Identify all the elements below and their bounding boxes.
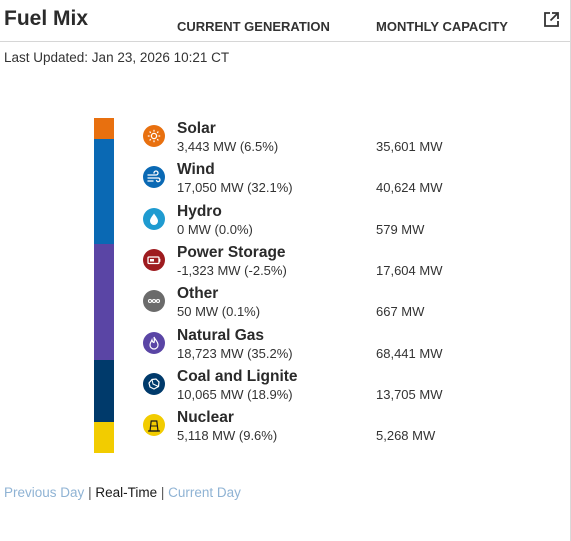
dots-icon — [143, 290, 165, 313]
fuel-name: Nuclear — [177, 409, 234, 427]
fuel-name: Wind — [177, 161, 215, 179]
nuclear-plant-icon — [143, 414, 165, 437]
mix-bar-segment-coal-and-lignite — [94, 359, 114, 422]
time-range-selector: Previous Day | Real-Time | Current Day — [4, 485, 241, 500]
current-generation-value: 0 MW (0.0%) — [177, 221, 253, 237]
mix-bar-segment-nuclear — [94, 421, 114, 453]
widget-title: Fuel Mix — [4, 7, 89, 30]
current-generation-value: 50 MW (0.1%) — [177, 304, 261, 320]
fuel-row-hydro: Hydro 0 MW (0.0%) 579 MW — [140, 203, 460, 241]
fuel-mix-widget: Fuel Mix Last Updated: Jan 23, 2026 10:2… — [0, 0, 571, 541]
fuel-mix-stacked-bar — [94, 118, 114, 453]
current-generation-value: 18,723 MW (35.2%) — [177, 345, 293, 361]
fuel-name: Hydro — [177, 202, 222, 220]
monthly-capacity-value: 68,441 MW — [376, 345, 443, 361]
last-updated-text: Last Updated: Jan 23, 2026 10:21 CT — [4, 50, 230, 65]
current-generation-value: 17,050 MW (32.1%) — [177, 180, 293, 196]
current-generation-value: 3,443 MW (6.5%) — [177, 139, 279, 154]
coal-icon — [143, 372, 165, 395]
monthly-capacity-value: 5,268 MW — [376, 428, 436, 444]
monthly-capacity-value: 17,604 MW — [376, 262, 443, 278]
current-generation-header: CURRENT GENERATION — [177, 19, 330, 34]
fuel-name: Coal and Lignite — [177, 367, 298, 385]
fuel-row-coal-and-lignite: Coal and Lignite 10,065 MW (18.9%) 13,705 … — [140, 368, 460, 406]
monthly-capacity-value: 35,601 MW — [376, 139, 443, 154]
fuel-name: Solar — [177, 120, 216, 137]
monthly-capacity-value: 40,624 MW — [376, 180, 443, 196]
current-day-link[interactable]: Current Day — [168, 485, 241, 500]
fuel-row-other: Other 50 MW (0.1%) 667 MW — [140, 285, 460, 323]
monthly-capacity-value: 579 MW — [376, 221, 425, 237]
fuel-row-natural-gas: Natural Gas 18,723 MW (35.2%) 68,441 MW — [140, 327, 460, 365]
previous-day-link[interactable]: Previous Day — [4, 485, 84, 500]
flame-icon — [143, 331, 165, 354]
fuel-name: Other — [177, 285, 219, 303]
external-link-icon[interactable] — [543, 11, 560, 28]
monthly-capacity-value: 13,705 MW — [376, 386, 443, 402]
fuel-row-power-storage: Power Storage -1,323 MW (-2.5%) 17,604 MW — [140, 244, 460, 282]
current-generation-value: 10,065 MW (18.9%) — [177, 386, 293, 402]
current-generation-header-label: CURRENT GENERATION — [177, 19, 330, 34]
fuel-row-solar: Solar 3,443 MW (6.5%) 35,601 MW — [140, 120, 460, 158]
sun-icon — [143, 125, 165, 147]
current-generation-value: 5,118 MW (9.6%) — [177, 428, 278, 444]
wind-icon — [143, 166, 165, 189]
water-drop-icon — [143, 207, 165, 230]
monthly-capacity-header: MONTHLY CAPACITY — [376, 19, 508, 34]
battery-icon — [143, 248, 165, 271]
mix-bar-segment-solar — [94, 118, 114, 140]
monthly-capacity-header-label: MONTHLY CAPACITY — [376, 19, 508, 34]
fuel-name: Power Storage — [177, 243, 286, 261]
current-generation-value: -1,323 MW (-2.5%) — [177, 262, 287, 278]
fuel-row-wind: Wind 17,050 MW (32.1%) 40,624 MW — [140, 161, 460, 199]
fuel-name: Natural Gas — [177, 326, 265, 344]
monthly-capacity-value: 667 MW — [376, 304, 425, 320]
fuel-row-nuclear: Nuclear 5,118 MW (9.6%) 5,268 MW — [140, 409, 460, 447]
mix-bar-segment-natural-gas — [94, 244, 114, 360]
mix-bar-segment-wind — [94, 139, 114, 245]
real-time-link[interactable]: Real-Time — [95, 485, 157, 500]
